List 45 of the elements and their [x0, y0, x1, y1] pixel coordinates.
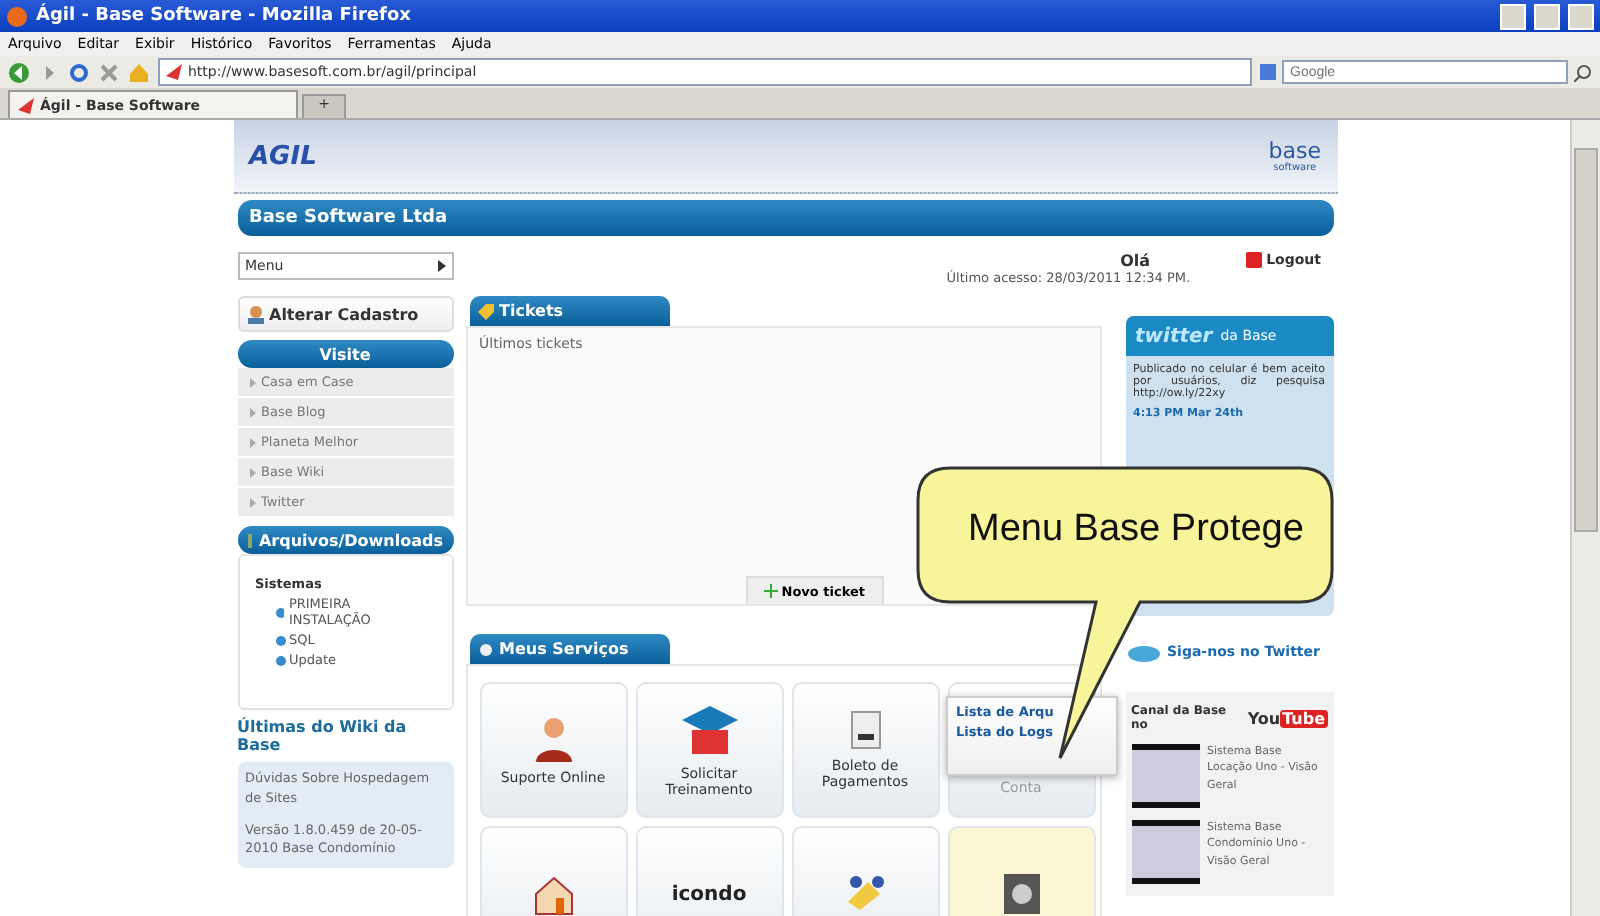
- tickets-header: Tickets: [469, 296, 669, 326]
- house-icon: [531, 872, 575, 916]
- chevron-icon: [437, 260, 445, 272]
- tag-icon: [477, 303, 493, 319]
- greeting: Olá: [1120, 252, 1153, 270]
- service-tile[interactable]: icondo: [635, 826, 783, 916]
- site-icon: [166, 64, 182, 80]
- maximize-button[interactable]: [1534, 3, 1560, 29]
- section-header: Visite: [237, 340, 453, 368]
- search-icon[interactable]: [1574, 63, 1592, 81]
- chevron-icon: [249, 377, 255, 387]
- close-button[interactable]: [1568, 3, 1594, 29]
- minimize-button[interactable]: [1500, 3, 1526, 29]
- title-bar: Ágil - Base Software - Mozilla Firefox: [0, 0, 1600, 32]
- tools-icon: [843, 874, 887, 914]
- document-icon: [849, 710, 881, 750]
- section-header: Arquivos/Downloads: [237, 526, 453, 554]
- stop-icon[interactable]: [98, 61, 120, 83]
- video-thumbnail: [1131, 820, 1199, 884]
- bullet-icon: [275, 635, 285, 645]
- chevron-icon: [249, 467, 255, 477]
- graduation-cap-icon: [679, 702, 739, 758]
- user-icon: [247, 305, 263, 323]
- profile-link[interactable]: Alterar Cadastro: [237, 296, 453, 332]
- back-icon[interactable]: [8, 61, 30, 83]
- twitter-logo: twitter: [1135, 325, 1213, 347]
- safe-icon: [1001, 872, 1041, 916]
- bullet-icon: [275, 655, 285, 665]
- chevron-icon: [249, 407, 255, 417]
- company-bar: Base Software Ltda: [237, 200, 1333, 236]
- wiki-title: Últimas do Wiki da Base: [237, 718, 409, 754]
- power-icon: [1246, 252, 1263, 268]
- plus-icon: [763, 584, 778, 598]
- video-thumbnail: [1131, 744, 1199, 808]
- bullet-icon: [275, 607, 285, 617]
- services-header: Meus Serviços: [469, 634, 669, 664]
- chevron-icon: [249, 497, 255, 507]
- reload-icon[interactable]: [68, 61, 90, 83]
- browser-logo-icon: [6, 5, 28, 27]
- youtube-logo: YouTube: [1247, 709, 1327, 727]
- logo: AGIL: [249, 141, 317, 171]
- google-icon: [1260, 64, 1276, 80]
- chevron-icon: [249, 437, 255, 447]
- site-icon: [18, 97, 34, 113]
- callout-text: Menu Base Protege: [968, 508, 1304, 552]
